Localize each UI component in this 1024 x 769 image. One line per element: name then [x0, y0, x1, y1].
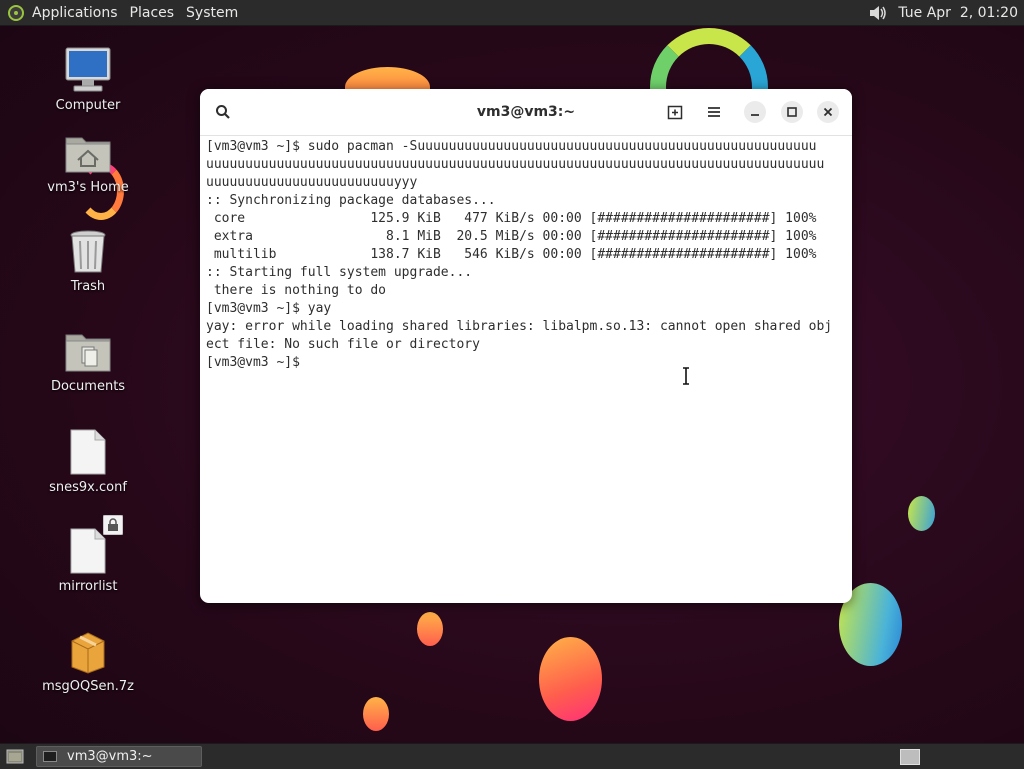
close-icon	[823, 107, 833, 117]
terminal-output[interactable]: [vm3@vm3 ~]$ sudo pacman -Suuuuuuuuuuuuu…	[200, 136, 852, 372]
documents-folder-icon	[65, 334, 111, 372]
clock[interactable]: Tue Apr 2, 01:20	[898, 5, 1018, 21]
speaker-volume-icon[interactable]	[868, 3, 888, 23]
terminal-line: yay: error while loading shared librarie…	[206, 319, 833, 334]
places-menu[interactable]: Places	[124, 0, 181, 25]
home-folder-icon	[65, 137, 111, 173]
menu-icon	[708, 107, 720, 117]
workspace-switcher-icon[interactable]	[900, 748, 920, 765]
desktop-icon-label: Computer	[55, 98, 121, 113]
search-icon	[216, 105, 230, 119]
terminal-line: extra 8.1 MiB 20.5 MiB/s 00:00 [########…	[206, 229, 817, 244]
main-menu-button[interactable]	[703, 101, 725, 123]
text-file-icon	[70, 429, 106, 475]
trash-icon	[70, 230, 106, 273]
maximize-icon	[787, 107, 797, 117]
show-desktop-button[interactable]	[4, 747, 26, 767]
terminal-line: [vm3@vm3 ~]$ yay	[206, 301, 332, 316]
bottom-panel: vm3@vm3:~	[0, 743, 1024, 769]
desktop-icon-label: Trash	[70, 279, 106, 294]
system-menu-label: System	[186, 4, 239, 21]
wallpaper-orb	[417, 612, 443, 646]
new-tab-icon	[667, 105, 683, 120]
top-panel: Applications Places System Tue Apr 2, 01…	[0, 0, 1024, 26]
lock-emblem-icon	[103, 515, 123, 535]
archive-icon	[71, 632, 105, 674]
desktop-icon-label: vm3's Home	[47, 180, 129, 195]
desktop-icon-label: mirrorlist	[58, 579, 118, 594]
wallpaper-orb	[539, 637, 602, 721]
terminal-prompt-line: [vm3@vm3 ~]$	[206, 355, 308, 370]
system-menu[interactable]: System	[180, 0, 244, 25]
applications-menu-label: Applications	[32, 4, 118, 21]
desktop-icon-label: snes9x.conf	[49, 480, 127, 495]
desktop-icon-label: msgOQSen.7z	[42, 679, 134, 694]
desktop-icon-mirrorlist[interactable]: mirrorlist	[38, 515, 138, 594]
desktop-icon-msgoqsen-7z[interactable]: msgOQSen.7z	[38, 627, 138, 694]
places-menu-label: Places	[129, 4, 175, 21]
terminal-line: ect file: No such file or directory	[206, 337, 480, 352]
taskbar-item-label: vm3@vm3:~	[67, 749, 153, 764]
close-button[interactable]	[817, 101, 839, 123]
mate-logo-icon	[8, 4, 24, 21]
minimize-button[interactable]	[744, 101, 766, 123]
maximize-button[interactable]	[781, 101, 803, 123]
desktop-icon-label: Documents	[50, 379, 126, 394]
terminal-window[interactable]: vm3@vm3:~ [vm3@vm3 ~]$ sudo pacman -Suuu…	[200, 89, 852, 603]
desktop-icon-home[interactable]: vm3's Home	[38, 128, 138, 195]
terminal-headerbar[interactable]: vm3@vm3:~	[200, 89, 852, 136]
applications-menu[interactable]: Applications	[0, 0, 124, 25]
wallpaper-orb	[363, 697, 389, 731]
desktop-icon-documents[interactable]: Documents	[38, 327, 138, 394]
taskbar-item-terminal[interactable]: vm3@vm3:~	[36, 746, 202, 767]
terminal-line: :: Synchronizing package databases...	[206, 193, 496, 208]
terminal-app-icon	[43, 751, 57, 762]
terminal-line: multilib 138.7 KiB 546 KiB/s 00:00 [####…	[206, 247, 817, 262]
wallpaper-orb	[908, 496, 935, 531]
terminal-line: :: Starting full system upgrade...	[206, 265, 473, 280]
desktop-icon-snes9x-conf[interactable]: snes9x.conf	[38, 428, 138, 495]
new-tab-button[interactable]	[664, 101, 686, 123]
text-cursor-icon	[683, 367, 689, 385]
terminal-line: [vm3@vm3 ~]$ sudo pacman -Suuuuuuuuuuuuu…	[206, 139, 817, 154]
show-desktop-icon	[6, 749, 24, 763]
terminal-line: there is nothing to do	[206, 283, 387, 298]
desktop-icon-computer[interactable]: Computer	[38, 46, 138, 113]
desktop-icon-trash[interactable]: Trash	[38, 227, 138, 294]
minimize-icon	[751, 114, 759, 116]
terminal-line: uuuuuuuuuuuuuuuuuuuuuuuuuuuuuuuuuuuuuuuu…	[206, 157, 825, 172]
terminal-line: uuuuuuuuuuuuuuuuuuuuuuuuyyy	[206, 175, 418, 190]
search-button[interactable]	[212, 101, 234, 123]
terminal-line: core 125.9 KiB 477 KiB/s 00:00 [########…	[206, 211, 817, 226]
computer-icon	[65, 47, 111, 92]
